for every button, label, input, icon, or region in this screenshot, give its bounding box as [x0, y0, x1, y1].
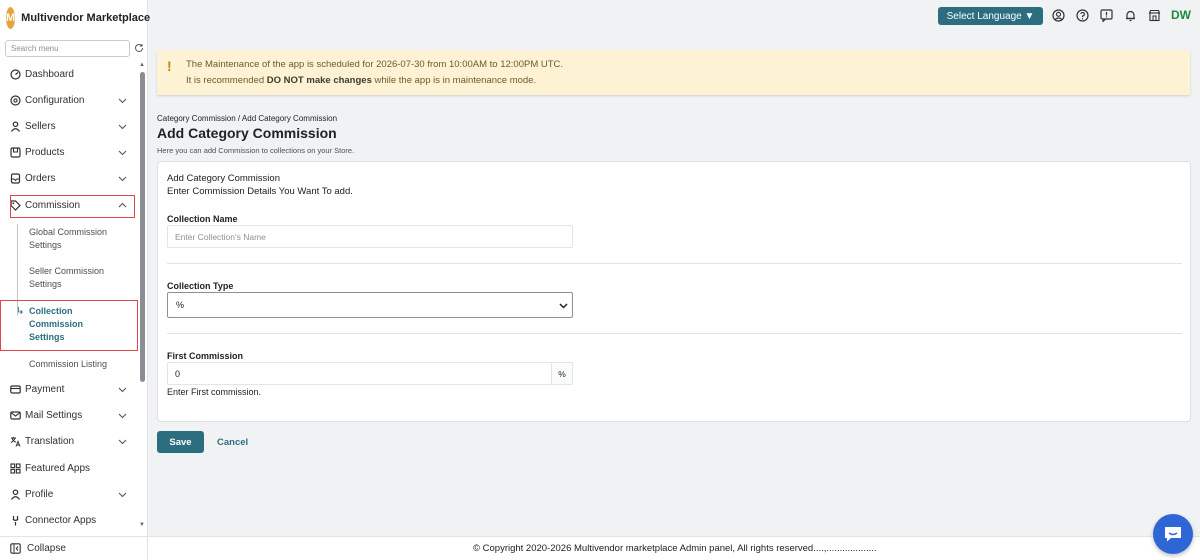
scroll-up-arrow[interactable]: ▲ — [139, 62, 145, 68]
card-description: Enter Commission Details You Want To add… — [167, 186, 353, 197]
sidebar-item-label: Orders — [25, 172, 56, 184]
search-menu-input[interactable] — [5, 40, 130, 57]
cancel-button[interactable]: Cancel — [217, 437, 248, 448]
payment-icon — [10, 384, 21, 395]
search-menu-wrap — [5, 40, 130, 57]
banner-line-2-prefix: It is recommended — [186, 75, 267, 86]
chat-icon — [1165, 527, 1181, 542]
divider — [167, 263, 1182, 264]
user-circle-icon[interactable] — [1052, 9, 1065, 22]
person-icon — [10, 120, 21, 132]
sidebar-item-label: Profile — [25, 488, 54, 500]
first-commission-input[interactable] — [167, 362, 552, 385]
sidebar-item-profile[interactable]: Profile — [0, 482, 140, 506]
brand-name: Multivendor Marketplace — [21, 12, 151, 24]
dashboard-icon — [10, 68, 21, 80]
sidebar-item-products[interactable]: Products — [0, 140, 140, 164]
apps-icon — [10, 462, 21, 474]
sidebar-item-label: Sellers — [25, 120, 56, 132]
collection-name-label: Collection Name — [167, 214, 238, 224]
banner-line-1: The Maintenance of the app is scheduled … — [186, 59, 564, 70]
sidebar-item-sellers[interactable]: Sellers — [0, 114, 140, 138]
sub-item-commission-listing[interactable]: Commission Listing — [29, 358, 129, 371]
translate-icon — [10, 436, 21, 447]
sidebar-item-label: Mail Settings — [25, 409, 83, 421]
sidebar-item-featured-apps[interactable]: Featured Apps — [0, 456, 140, 480]
chevron-down-icon — [118, 413, 127, 419]
collection-type-select[interactable]: % — [167, 292, 573, 318]
page-subtitle: Here you can add Commission to collectio… — [157, 146, 355, 155]
refresh-icon[interactable] — [134, 43, 144, 53]
chevron-down-icon — [118, 176, 127, 182]
sidebar-item-label: Products — [25, 146, 65, 158]
feedback-icon[interactable] — [1100, 9, 1113, 22]
collection-type-label: Collection Type — [167, 281, 234, 291]
chevron-down-icon — [118, 387, 127, 393]
banner-line-2: It is recommended DO NOT make changes wh… — [186, 75, 536, 86]
sidebar-item-configuration[interactable]: Configuration — [0, 88, 140, 112]
select-language-button[interactable]: Select Language ▼ — [938, 7, 1043, 25]
commission-highlight — [10, 195, 135, 218]
scroll-down-arrow[interactable]: ▼ — [139, 522, 145, 528]
product-icon — [10, 146, 21, 158]
chat-button[interactable] — [1153, 514, 1193, 554]
banner-line-2-bold: DO NOT make changes — [266, 75, 372, 86]
warning-icon: ! — [167, 58, 172, 74]
user-initials[interactable]: DW — [1171, 8, 1191, 22]
store-icon[interactable] — [1148, 9, 1161, 22]
sidebar-item-orders[interactable]: Orders — [0, 166, 140, 190]
chevron-down-icon — [118, 150, 127, 156]
card-title: Add Category Commission — [167, 173, 280, 184]
bell-icon[interactable] — [1124, 9, 1137, 22]
collapse-label: Collapse — [27, 543, 66, 554]
sidebar-item-label: Payment — [25, 383, 65, 395]
chevron-down-icon — [118, 439, 127, 445]
sidebar-item-label: Configuration — [25, 94, 85, 106]
person-icon — [10, 488, 21, 500]
sub-item-global-commission[interactable]: Global Commission Settings — [29, 226, 129, 252]
sidebar-item-translation[interactable]: Translation — [0, 429, 140, 453]
help-icon[interactable] — [1076, 9, 1089, 22]
brand[interactable]: M Multivendor Marketplace — [0, 0, 151, 36]
sub-item-seller-commission[interactable]: Seller Commission Settings — [29, 265, 129, 291]
divider — [167, 333, 1182, 334]
sidebar-item-dashboard[interactable]: Dashboard — [0, 62, 140, 86]
save-button[interactable]: Save — [157, 431, 204, 453]
collection-name-input[interactable] — [167, 225, 573, 248]
collapse-button[interactable]: Collapse — [0, 536, 148, 560]
sidebar-scrollbar[interactable] — [140, 72, 145, 382]
banner-line-2-suffix: while the app is in maintenance mode. — [371, 75, 537, 86]
first-commission-help: Enter First commission. — [167, 387, 262, 397]
sidebar-item-label: Featured Apps — [25, 462, 91, 474]
commission-form-card: Add Category Commission Enter Commission… — [157, 161, 1191, 422]
gear-icon — [10, 94, 21, 106]
footer: © Copyright 2020-2026 Multivendor market… — [148, 536, 1200, 560]
sidebar-item-label: Connector Apps — [25, 514, 97, 526]
sidebar-item-connector-apps[interactable]: Connector Apps — [0, 508, 140, 532]
footer-copyright: © Copyright 2020-2026 Multivendor market… — [473, 543, 877, 554]
chevron-down-icon — [118, 492, 127, 498]
sidebar-item-label: Dashboard — [25, 68, 74, 80]
sidebar: M Multivendor Marketplace Dashboard Conf… — [0, 0, 151, 560]
page-title: Add Category Commission — [157, 125, 337, 141]
sidebar-item-label: Translation — [25, 435, 75, 447]
sidebar-item-mail-settings[interactable]: Mail Settings — [0, 403, 140, 427]
mail-icon — [10, 410, 21, 421]
first-commission-label: First Commission — [167, 351, 244, 361]
brand-avatar: M — [6, 7, 16, 29]
chevron-down-icon — [559, 303, 568, 309]
sidebar-item-payment[interactable]: Payment — [0, 377, 140, 401]
maintenance-banner: ! The Maintenance of the app is schedule… — [157, 50, 1190, 95]
chevron-down-icon — [118, 124, 127, 130]
percent-suffix: % — [551, 362, 573, 385]
orders-icon — [10, 172, 21, 184]
chevron-down-icon — [118, 98, 127, 104]
collection-commission-highlight — [0, 300, 138, 351]
collapse-icon — [10, 543, 21, 554]
breadcrumb[interactable]: Category Commission / Add Category Commi… — [157, 114, 337, 123]
plug-icon — [10, 515, 21, 526]
collection-type-value: % — [176, 300, 185, 310]
